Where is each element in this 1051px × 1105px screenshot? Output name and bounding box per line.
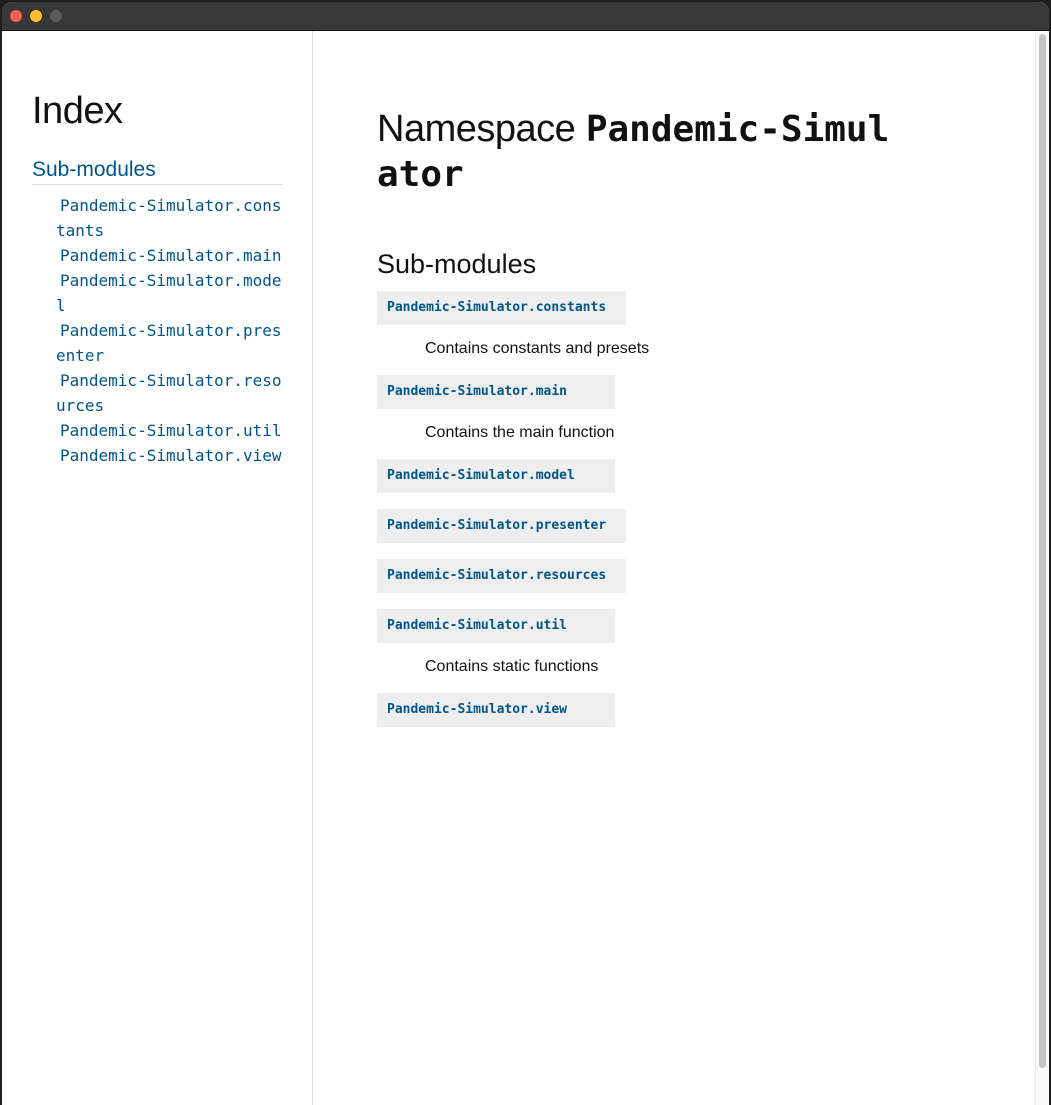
page-title-prefix: Namespace <box>377 108 576 150</box>
index-title: Index <box>32 90 123 132</box>
module-link-main[interactable]: Pandemic-Simulator.main <box>387 375 605 409</box>
module-entry-constants: Pandemic-Simulator.constants <box>377 291 626 325</box>
module-entry-resources: Pandemic-Simulator.resources <box>377 559 626 593</box>
window-titlebar <box>2 2 1049 31</box>
sidebar-item-view[interactable]: Pandemic-Simulator.view <box>56 443 286 468</box>
module-entry-main: Pandemic-Simulator.main <box>377 375 615 409</box>
sidebar-item: Pandemic-Simulator.resources <box>56 368 286 418</box>
sidebar-item-main[interactable]: Pandemic-Simulator.main <box>56 243 286 268</box>
module-link-util[interactable]: Pandemic-Simulator.util <box>387 609 605 643</box>
sidebar-item-constants[interactable]: Pandemic-Simulator.constants <box>56 193 286 243</box>
module-link-view[interactable]: Pandemic-Simulator.view <box>387 693 605 727</box>
sidebar-item: Pandemic-Simulator.main <box>56 243 286 268</box>
sidebar-item: Pandemic-Simulator.constants <box>56 193 286 243</box>
sidebar-item: Pandemic-Simulator.model <box>56 268 286 318</box>
sidebar-item-util[interactable]: Pandemic-Simulator.util <box>56 418 286 443</box>
module-entry-presenter: Pandemic-Simulator.presenter <box>377 509 626 543</box>
browser-window: Index Sub-modules Pandemic-Simulator.con… <box>2 2 1049 1105</box>
minimize-window-button[interactable] <box>30 10 42 22</box>
sidebar-item: Pandemic-Simulator.view <box>56 443 286 468</box>
module-description-main: Contains the main function <box>425 424 615 441</box>
sidebar-submodules-link[interactable]: Sub-modules <box>32 157 282 185</box>
sidebar-submodule-list: Pandemic-Simulator.constants Pandemic-Si… <box>56 193 286 468</box>
close-window-button[interactable] <box>10 10 22 22</box>
maximize-window-button[interactable] <box>50 10 62 22</box>
scrollbar-thumb[interactable] <box>1039 34 1046 1068</box>
module-entry-model: Pandemic-Simulator.model <box>377 459 615 493</box>
module-description-constants: Contains constants and presets <box>425 340 650 357</box>
sidebar-item-resources[interactable]: Pandemic-Simulator.resources <box>56 368 286 418</box>
sidebar-item-presenter[interactable]: Pandemic-Simulator.presenter <box>56 318 286 368</box>
sidebar-item-model[interactable]: Pandemic-Simulator.model <box>56 268 286 318</box>
vertical-scrollbar[interactable] <box>1035 31 1049 1105</box>
module-link-constants[interactable]: Pandemic-Simulator.constants <box>387 291 616 325</box>
index-sidebar: Index Sub-modules Pandemic-Simulator.con… <box>2 31 313 1105</box>
submodules-heading: Sub-modules <box>377 249 537 279</box>
sidebar-item: Pandemic-Simulator.util <box>56 418 286 443</box>
main-content: Namespace Pandemic-Simulator Sub-modules… <box>313 31 1036 1105</box>
module-entry-view: Pandemic-Simulator.view <box>377 693 615 727</box>
sidebar-item: Pandemic-Simulator.presenter <box>56 318 286 368</box>
module-link-presenter[interactable]: Pandemic-Simulator.presenter <box>387 509 616 543</box>
page-title: Namespace Pandemic-Simulator <box>377 107 897 197</box>
module-description-util: Contains static functions <box>425 658 599 675</box>
module-entry-util: Pandemic-Simulator.util <box>377 609 615 643</box>
module-link-resources[interactable]: Pandemic-Simulator.resources <box>387 559 616 593</box>
module-link-model[interactable]: Pandemic-Simulator.model <box>387 459 605 493</box>
